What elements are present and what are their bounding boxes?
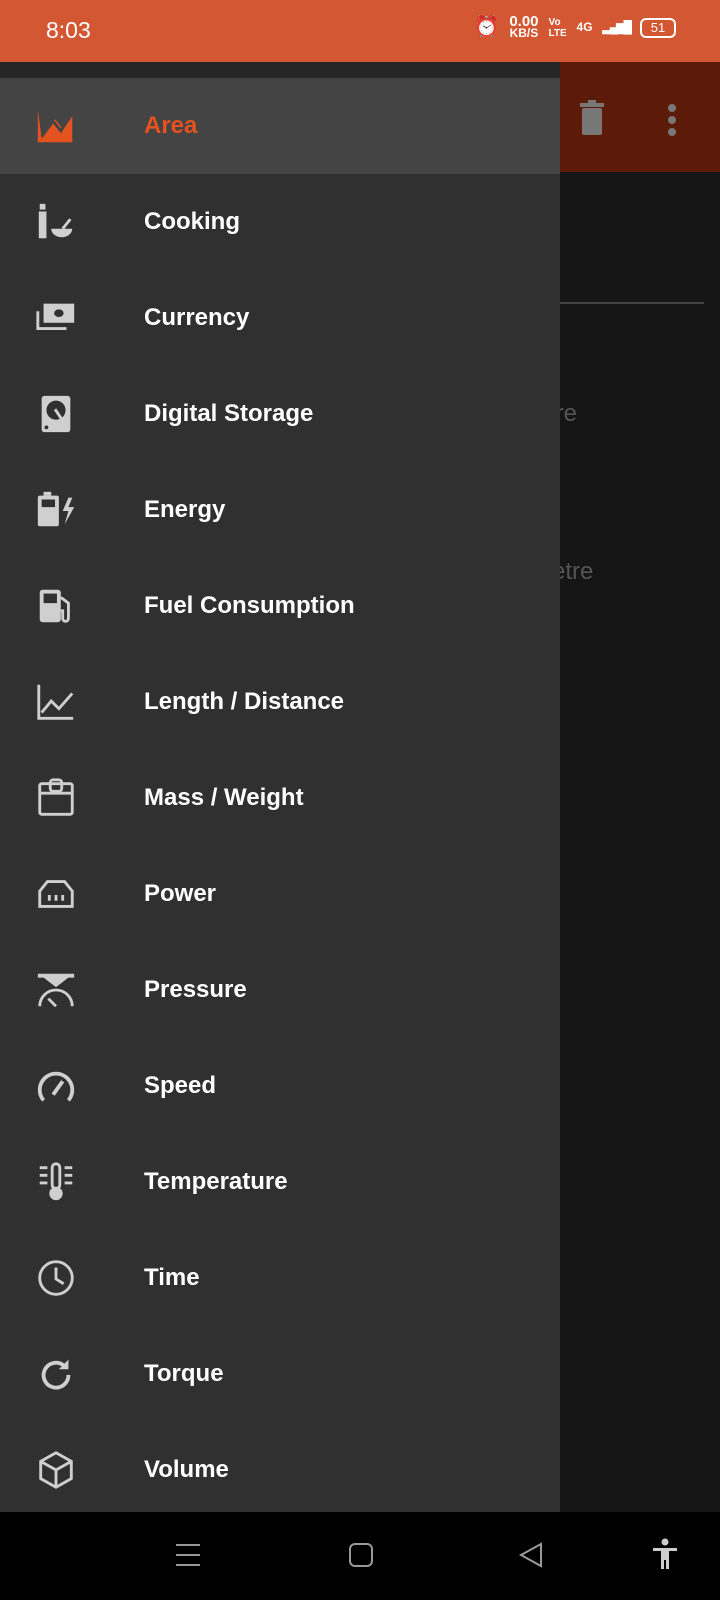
drawer-item-label: Temperature — [144, 1168, 288, 1195]
power-socket-icon — [32, 870, 80, 918]
thermometer-icon — [32, 1158, 80, 1206]
trash-icon[interactable] — [580, 100, 604, 136]
money-icon — [32, 294, 80, 342]
weight-icon — [32, 774, 80, 822]
more-options-icon[interactable] — [668, 104, 678, 140]
clock: 8:03 — [46, 17, 91, 43]
drawer-item-length-distance[interactable]: Length / Distance — [0, 654, 560, 750]
battery-icon: 51 — [640, 17, 676, 38]
battery-bolt-icon — [32, 486, 80, 534]
system-nav-bar — [0, 1512, 720, 1600]
drawer-item-label: Energy — [144, 496, 226, 523]
clock-icon — [32, 1254, 80, 1302]
drawer-item-torque[interactable]: Torque — [0, 1326, 560, 1422]
cooking-icon — [32, 198, 80, 246]
net-speed: 0.00 KB/S — [509, 14, 539, 40]
drawer-item-energy[interactable]: Energy — [0, 462, 560, 558]
navigation-drawer: Area Cooking Currency Digital Storage Energy… — [0, 62, 560, 1512]
drawer-item-label: Torque — [144, 1360, 224, 1387]
drawer-item-speed[interactable]: Speed — [0, 1038, 560, 1134]
drawer-item-area[interactable]: Area — [0, 78, 560, 174]
drawer-item-pressure[interactable]: Pressure — [0, 942, 560, 1038]
back-icon[interactable] — [518, 1542, 544, 1568]
drawer-header — [0, 62, 560, 78]
cube-icon — [32, 1446, 80, 1494]
drawer-item-label: Pressure — [144, 976, 247, 1003]
pressure-gauge-icon — [32, 966, 80, 1014]
area-chart-icon — [32, 102, 80, 150]
network-icon: 4G — [576, 20, 593, 34]
drawer-item-label: Speed — [144, 1072, 217, 1099]
alarm-icon: ⏰ — [474, 16, 500, 38]
drawer-item-power[interactable]: Power — [0, 846, 560, 942]
drawer-item-label: Area — [144, 112, 198, 139]
drawer-item-label: Currency — [144, 304, 250, 331]
drawer-item-label: Length / Distance — [144, 688, 345, 715]
home-icon[interactable] — [348, 1542, 374, 1568]
menu-icon[interactable] — [175, 1542, 201, 1568]
rotate-icon — [32, 1350, 80, 1398]
drawer-item-fuel-consumption[interactable]: Fuel Consumption — [0, 558, 560, 654]
drawer-item-label: Cooking — [144, 208, 240, 235]
drawer-item-currency[interactable]: Currency — [0, 270, 560, 366]
net-speed-unit: KB/S — [509, 26, 539, 40]
drawer-item-label: Fuel Consumption — [144, 592, 355, 619]
drawer-item-temperature[interactable]: Temperature — [0, 1134, 560, 1230]
status-icons: ⏰ 0.00 KB/S Vo LTE 4G ▂▄▆█ 51 — [474, 14, 676, 40]
divider — [549, 302, 704, 304]
drawer-item-digital-storage[interactable]: Digital Storage — [0, 366, 560, 462]
drawer-item-cooking[interactable]: Cooking — [0, 174, 560, 270]
drawer-item-label: Mass / Weight — [144, 784, 304, 811]
fuel-pump-icon — [32, 582, 80, 630]
status-bar: 8:03 ⏰ 0.00 KB/S Vo LTE 4G ▂▄▆█ 51 — [0, 0, 720, 62]
drawer-item-list: Area Cooking Currency Digital Storage Energy… — [0, 78, 560, 1518]
speedometer-icon — [32, 1062, 80, 1110]
hard-drive-icon — [32, 390, 80, 438]
drawer-item-label: Volume — [144, 1456, 229, 1483]
drawer-item-time[interactable]: Time — [0, 1230, 560, 1326]
line-chart-icon — [32, 678, 80, 726]
drawer-item-mass-weight[interactable]: Mass / Weight — [0, 750, 560, 846]
drawer-item-label: Power — [144, 880, 217, 907]
signal-icon: ▂▄▆█ — [602, 20, 633, 34]
drawer-item-label: Time — [144, 1264, 200, 1291]
accessibility-icon[interactable] — [652, 1538, 678, 1570]
volte-icon: Vo LTE — [548, 16, 567, 39]
drawer-item-volume[interactable]: Volume — [0, 1422, 560, 1518]
drawer-item-label: Digital Storage — [144, 400, 314, 427]
